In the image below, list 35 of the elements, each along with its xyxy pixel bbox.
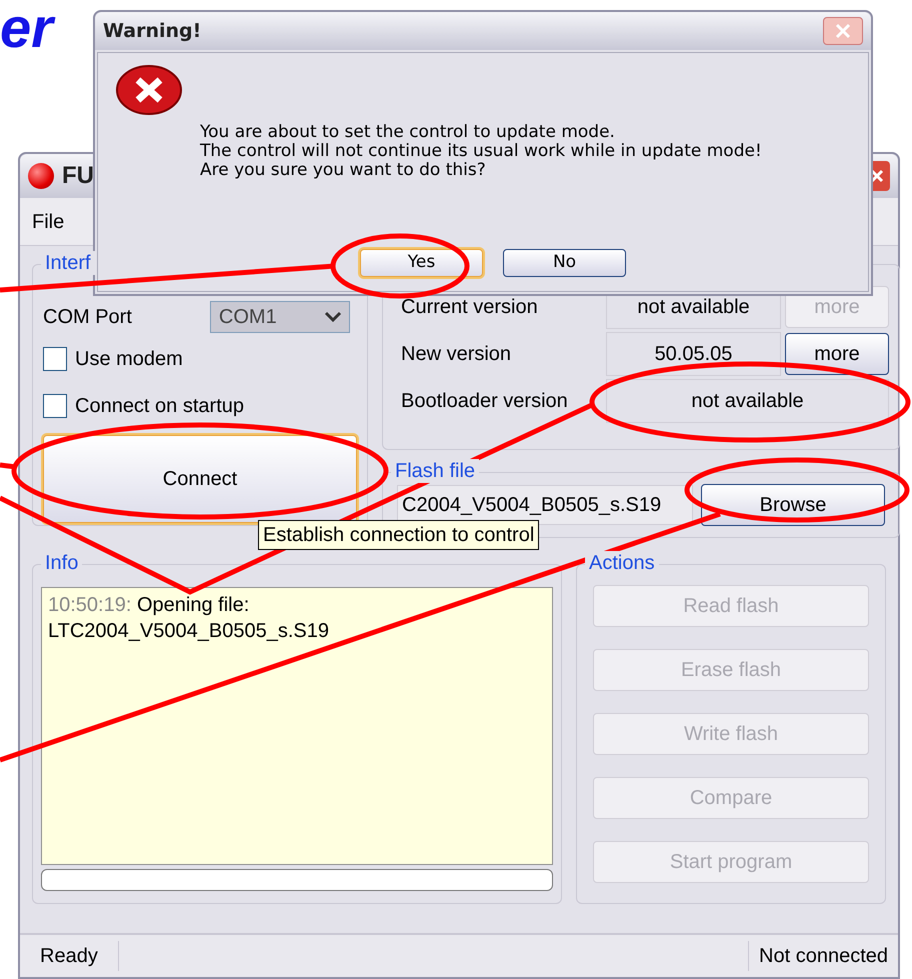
- file-path-field[interactable]: C2004_V5004_B0505_s.S19: [397, 485, 693, 525]
- close-button[interactable]: [823, 17, 863, 45]
- close-icon: [870, 169, 884, 183]
- dialog-message: Are you sure you want to do this?: [200, 161, 487, 180]
- dropdown-value: COM1: [218, 305, 278, 330]
- group-title: Flash file: [391, 459, 480, 483]
- field-label: COM Port: [43, 305, 132, 330]
- tooltip: Establish connection to control: [258, 520, 540, 550]
- log-entry: 10:50:19: Opening file: LTC2004_V5004_B0505_s.S19: [48, 593, 330, 644]
- close-icon: [835, 23, 851, 39]
- menu-item[interactable]: File: [32, 206, 64, 236]
- dialog-message: You are about to set the control to update mode.: [200, 123, 616, 142]
- window-title: FU: [62, 161, 94, 191]
- field-label: Current version: [401, 294, 539, 320]
- app-icon: [28, 163, 54, 189]
- group-title: Interf: [41, 251, 95, 275]
- dialog-title: Warning!: [103, 18, 202, 44]
- version-value: 50.05.05: [606, 332, 781, 376]
- field-label: New version: [401, 342, 512, 366]
- checkbox-label: Use modem: [75, 346, 183, 372]
- page-heading: er: [0, 0, 53, 56]
- com-port-dropdown[interactable]: COM1: [210, 301, 350, 333]
- dialog-button[interactable]: Yes: [360, 249, 483, 277]
- status-text: Not connected: [748, 941, 898, 971]
- field-label: Bootloader version: [401, 388, 569, 414]
- more-button[interactable]: more: [785, 332, 889, 374]
- checkbox[interactable]: [43, 346, 67, 370]
- dialog-message: The control will not continue its usual work while in update mode!: [200, 142, 763, 161]
- error-icon: [116, 65, 182, 115]
- dialog-button[interactable]: No: [503, 249, 626, 277]
- status-text: Ready: [20, 941, 119, 971]
- version-value: not available: [606, 378, 889, 422]
- connect-button[interactable]: Connect: [43, 435, 357, 523]
- checkbox-label: Connect on startup: [75, 394, 244, 418]
- checkbox[interactable]: [43, 394, 67, 418]
